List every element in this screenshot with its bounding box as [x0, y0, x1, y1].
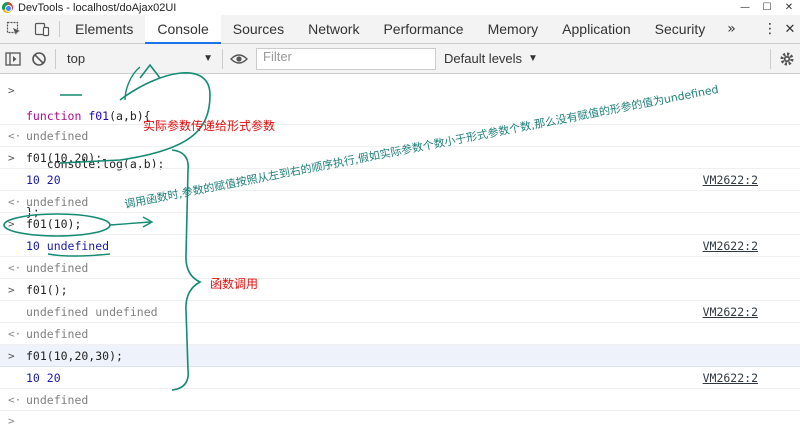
- console-toolbar: top ▼ Filter Default levels ▼: [0, 44, 800, 74]
- filter-input[interactable]: Filter: [256, 47, 436, 70]
- source-link[interactable]: VM2622:2: [703, 173, 758, 187]
- input-code: f01(10);: [26, 217, 82, 231]
- return-arrow-icon: <·: [8, 393, 22, 406]
- console-return-row: <· undefined: [0, 323, 800, 345]
- console-input-row[interactable]: > f01(10,20,30);: [0, 345, 800, 367]
- log-output: 10 20: [26, 371, 61, 385]
- input-code: f01();: [26, 283, 68, 297]
- tab-network[interactable]: Network: [296, 15, 371, 43]
- console-return-row: <· undefined: [0, 257, 800, 279]
- tab-elements[interactable]: Elements: [63, 15, 145, 43]
- tabbar-separator: [59, 21, 60, 37]
- inspect-icon: [6, 21, 20, 35]
- input-prompt-icon: >: [8, 217, 15, 230]
- return-value: undefined: [26, 195, 89, 209]
- console-settings-button[interactable]: [774, 44, 800, 74]
- maximize-button[interactable]: ☐: [756, 0, 778, 15]
- context-value: top: [67, 51, 86, 66]
- return-value: undefined: [26, 129, 89, 143]
- eye-icon: [230, 53, 248, 64]
- chrome-icon: [2, 2, 13, 13]
- annotation-call: 函数调用: [210, 277, 259, 291]
- input-prompt-icon: >: [8, 84, 15, 97]
- live-expression-button[interactable]: [226, 44, 252, 74]
- input-prompt-icon: >: [8, 283, 15, 296]
- tab-console[interactable]: Console: [145, 15, 222, 44]
- console-log-row: 10 20 VM2622:2: [0, 367, 800, 389]
- log-levels-label: Default levels: [444, 51, 523, 66]
- window-controls: — ☐ ✕: [734, 0, 800, 15]
- return-arrow-icon: <·: [8, 261, 22, 274]
- sidebar-toggle-icon: [5, 51, 21, 66]
- inspect-element-button[interactable]: [0, 15, 28, 43]
- close-devtools-icon[interactable]: ✕: [780, 15, 800, 43]
- log-levels-dropdown[interactable]: Default levels ▼: [444, 51, 538, 66]
- console-return-row: <· undefined: [0, 191, 800, 213]
- source-link[interactable]: VM2622:2: [703, 371, 758, 385]
- console-log-row: undefined undefined VM2622:2: [0, 301, 800, 323]
- dropdown-arrow-icon: ▼: [203, 53, 213, 64]
- console-log-row: 10 20 VM2622:2: [0, 169, 800, 191]
- more-tabs-button[interactable]: »: [717, 15, 746, 43]
- tab-memory[interactable]: Memory: [476, 15, 551, 43]
- tab-sources[interactable]: Sources: [221, 15, 296, 43]
- console-return-row: <· undefined: [0, 389, 800, 411]
- log-output: 10 20: [26, 173, 61, 187]
- console-prompt-icon: >: [8, 414, 15, 428]
- chevron-down-icon: ▼: [528, 53, 538, 64]
- device-mode-icon: [34, 22, 50, 37]
- return-arrow-icon: <·: [8, 129, 22, 142]
- clear-icon: [32, 51, 46, 66]
- customize-menu-icon[interactable]: ⋮: [760, 15, 780, 43]
- device-toolbar-button[interactable]: [28, 15, 56, 43]
- console-log-row: 10 undefined VM2622:2: [0, 235, 800, 257]
- input-code: f01(10,20);: [26, 151, 103, 165]
- window-titlebar: DevTools - localhost/doAjax02UI — ☐ ✕: [0, 0, 800, 15]
- console-messages[interactable]: > function f01(a,b){ console.log(a,b); }…: [0, 74, 800, 431]
- return-arrow-icon: <·: [8, 195, 22, 208]
- tab-performance[interactable]: Performance: [371, 15, 475, 43]
- console-input-row[interactable]: > f01();: [0, 279, 800, 301]
- return-arrow-icon: <·: [8, 327, 22, 340]
- clear-console-button[interactable]: [26, 44, 52, 74]
- return-value: undefined: [26, 327, 89, 341]
- annotation-params: 实际参数传递给形式参数: [143, 119, 276, 133]
- return-value: undefined: [26, 393, 89, 407]
- context-selector[interactable]: top ▼: [59, 48, 219, 70]
- input-prompt-icon: >: [8, 349, 15, 362]
- minimize-button[interactable]: —: [734, 0, 756, 15]
- tab-security[interactable]: Security: [643, 15, 718, 43]
- source-link[interactable]: VM2622:2: [703, 239, 758, 253]
- window-title: DevTools - localhost/doAjax02UI: [18, 1, 177, 14]
- return-value: undefined: [26, 261, 89, 275]
- input-code: f01(10,20,30);: [26, 349, 123, 363]
- input-prompt-icon: >: [8, 151, 15, 164]
- log-output: undefined undefined: [26, 305, 158, 319]
- console-prompt-row[interactable]: >: [0, 411, 800, 431]
- log-output: 10 undefined: [26, 239, 110, 253]
- close-window-button[interactable]: ✕: [778, 0, 800, 15]
- source-link[interactable]: VM2622:2: [703, 305, 758, 319]
- gear-icon: [780, 52, 794, 65]
- devtools-tabbar: Elements Console Sources Network Perform…: [0, 15, 800, 44]
- console-input-row[interactable]: > f01(10);: [0, 213, 800, 235]
- tab-application[interactable]: Application: [550, 15, 643, 43]
- show-sidebar-button[interactable]: [0, 44, 26, 74]
